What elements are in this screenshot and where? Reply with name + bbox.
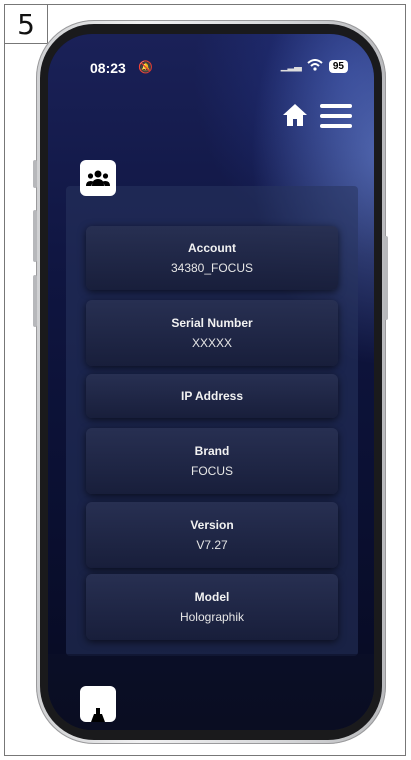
info-value: V7.27 — [196, 538, 228, 552]
hamburger-menu-icon[interactable] — [320, 104, 352, 128]
silent-bell-icon: 🔕 — [138, 60, 153, 74]
status-indicators: ▁▂▃ 95 — [281, 59, 348, 74]
volume-down-button — [33, 275, 37, 327]
wifi-icon — [307, 59, 323, 74]
info-card-brand[interactable]: Brand FOCUS — [86, 428, 338, 494]
home-icon[interactable] — [282, 102, 308, 128]
volume-up-button — [33, 210, 37, 262]
info-card-serial-number[interactable]: Serial Number XXXXX — [86, 300, 338, 366]
status-time: 08:23 — [90, 60, 126, 76]
info-card-version[interactable]: Version V7.27 — [86, 502, 338, 568]
phone-screen: 08:23 🔕 ▁▂▃ 95 Account 34380_FOCUS Seria… — [48, 34, 374, 730]
info-value: FOCUS — [191, 464, 233, 478]
info-card-account[interactable]: Account 34380_FOCUS — [86, 226, 338, 290]
info-card-model[interactable]: Model Holographik — [86, 574, 338, 640]
info-label: IP Address — [180, 389, 244, 403]
info-label: Version — [190, 518, 234, 532]
info-value: 34380_FOCUS — [170, 261, 254, 275]
info-label: Model — [194, 590, 230, 604]
info-label: Brand — [194, 444, 230, 458]
power-button — [384, 236, 388, 320]
info-value: Holographik — [179, 610, 245, 624]
info-label: Serial Number — [171, 316, 253, 330]
info-card-ip-address[interactable]: IP Address — [86, 374, 338, 418]
step-number-badge: 5 — [4, 4, 48, 44]
action-button — [33, 160, 37, 188]
battery-badge: 95 — [328, 60, 348, 73]
info-value: XXXXX — [191, 336, 233, 350]
info-label: Account — [188, 241, 236, 255]
signal-icon: ▁▂▃ — [280, 61, 302, 72]
device-icon[interactable] — [80, 686, 116, 722]
users-group-icon[interactable] — [80, 160, 116, 196]
